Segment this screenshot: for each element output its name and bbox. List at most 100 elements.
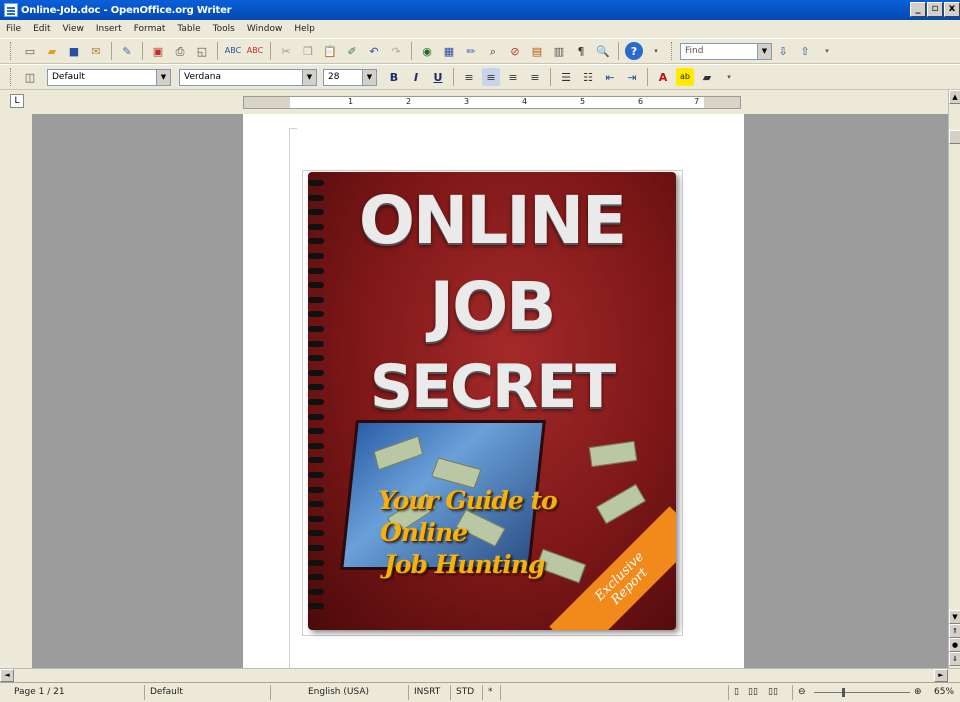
close-button[interactable]: x [944, 2, 960, 17]
paste-icon[interactable]: 📋 [321, 42, 339, 60]
toolbar-grip[interactable] [10, 68, 13, 86]
minimize-button[interactable]: _ [910, 2, 926, 17]
vertical-scrollbar[interactable]: ▲ ▼ ⇑ ● ⇓ [948, 90, 960, 668]
menu-file[interactable]: File [6, 24, 21, 34]
formatting-marks-icon[interactable]: ¶ [572, 42, 590, 60]
background-color-icon[interactable]: ▰ [698, 68, 716, 86]
zoom-slider[interactable] [814, 692, 910, 693]
horizontal-scrollbar[interactable]: ◄ ► [0, 668, 960, 682]
find-toolbar-grip[interactable] [671, 42, 674, 60]
find-input[interactable]: Find ▼ [680, 42, 772, 60]
toolbar-grip[interactable] [10, 42, 13, 60]
page-indicator[interactable]: Page 1 / 21 [14, 687, 65, 697]
paragraph-style-arrow[interactable]: ▼ [156, 69, 170, 85]
zoom-slider-thumb[interactable] [842, 688, 845, 697]
scroll-down-button[interactable]: ▼ [949, 610, 960, 624]
navigation-button[interactable]: ● [949, 638, 960, 652]
single-page-view-icon[interactable]: ▯ [734, 687, 739, 697]
title-bar: Online-Job.doc - OpenOffice.org Writer _… [0, 0, 960, 20]
selection-mode-indicator[interactable]: STD [456, 687, 474, 697]
find-previous-icon[interactable]: ⇧ [796, 42, 814, 60]
document-modified-indicator[interactable]: * [488, 687, 493, 697]
font-size-select[interactable]: 28 ▼ [323, 68, 377, 86]
autospellcheck-icon[interactable]: ABC [246, 42, 264, 60]
menu-format[interactable]: Format [134, 24, 166, 34]
export-pdf-icon[interactable]: ▣ [149, 42, 167, 60]
edit-file-icon[interactable]: ✎ [118, 42, 136, 60]
undo-icon[interactable]: ↶ [365, 42, 383, 60]
scroll-thumb[interactable] [949, 130, 960, 144]
hyperlink-icon[interactable]: ◉ [418, 42, 436, 60]
language-indicator[interactable]: English (USA) [308, 687, 369, 697]
copy-icon[interactable]: ❐ [299, 42, 317, 60]
table-icon[interactable]: ▦ [440, 42, 458, 60]
highlight-icon[interactable]: ab [676, 68, 694, 86]
status-divider [728, 685, 729, 700]
spellcheck-icon[interactable]: ABC [224, 42, 242, 60]
numbering-icon[interactable]: ☰ [557, 68, 575, 86]
open-icon[interactable]: ▰ [43, 42, 61, 60]
scroll-right-button[interactable]: ► [934, 669, 948, 682]
page-style-indicator[interactable]: Default [150, 687, 183, 697]
new-document-icon[interactable]: ▭ [21, 42, 39, 60]
styles-formatting-icon[interactable]: ◫ [21, 68, 39, 86]
find-toolbar-options-icon[interactable]: ▾ [818, 42, 836, 60]
draw-functions-icon[interactable]: ✏ [462, 42, 480, 60]
zoom-in-icon[interactable]: ⊕ [914, 687, 922, 697]
zoom-out-icon[interactable]: ⊖ [798, 687, 806, 697]
align-center-icon[interactable]: ≡ [482, 68, 500, 86]
multi-page-view-icon[interactable]: ▯▯ [748, 687, 758, 697]
insert-mode-indicator[interactable]: INSRT [414, 687, 440, 697]
font-name-select[interactable]: Verdana ▼ [179, 68, 317, 86]
book-view-icon[interactable]: ▯▯ [768, 687, 778, 697]
restore-button[interactable]: ▫ [927, 2, 943, 17]
cut-icon[interactable]: ✂ [277, 42, 295, 60]
navigator-icon[interactable]: ⊘ [506, 42, 524, 60]
italic-button[interactable]: I [407, 68, 425, 86]
scroll-up-button[interactable]: ▲ [949, 90, 960, 104]
decrease-indent-icon[interactable]: ⇤ [601, 68, 619, 86]
menu-window[interactable]: Window [247, 24, 283, 34]
align-right-icon[interactable]: ≡ [504, 68, 522, 86]
increase-indent-icon[interactable]: ⇥ [623, 68, 641, 86]
spiral-coil [308, 457, 324, 464]
justify-icon[interactable]: ≡ [526, 68, 544, 86]
clone-formatting-icon[interactable]: ✐ [343, 42, 361, 60]
tab-selector[interactable]: L [10, 94, 24, 108]
menu-help[interactable]: Help [294, 24, 315, 34]
print-icon[interactable]: ⎙ [171, 42, 189, 60]
scroll-left-button[interactable]: ◄ [0, 669, 14, 682]
font-color-icon[interactable]: A [654, 68, 672, 86]
zoom-level[interactable]: 65% [934, 687, 954, 697]
gallery-icon[interactable]: ▤ [528, 42, 546, 60]
horizontal-ruler[interactable]: 1 2 3 4 5 6 7 [243, 96, 741, 109]
toolbar-options-icon[interactable]: ▾ [647, 42, 665, 60]
menu-edit[interactable]: Edit [33, 24, 50, 34]
find-next-icon[interactable]: ⇩ [774, 42, 792, 60]
save-icon[interactable]: ■ [65, 42, 83, 60]
bold-button[interactable]: B [385, 68, 403, 86]
bullets-icon[interactable]: ☷ [579, 68, 597, 86]
ebook-cover-image[interactable]: ONLINE JOB SECRET Your Guide to Online J… [308, 172, 676, 630]
next-page-button[interactable]: ⇓ [949, 652, 960, 666]
menu-tools[interactable]: Tools [213, 24, 235, 34]
font-name-arrow[interactable]: ▼ [302, 69, 316, 85]
formatting-options-icon[interactable]: ▾ [720, 68, 738, 86]
menu-view[interactable]: View [63, 24, 84, 34]
align-left-icon[interactable]: ≡ [460, 68, 478, 86]
find-dropdown-arrow[interactable]: ▼ [757, 43, 771, 59]
page-preview-icon[interactable]: ◱ [193, 42, 211, 60]
paragraph-style-select[interactable]: Default ▼ [47, 68, 171, 86]
find-replace-icon[interactable]: ⌕ [484, 42, 502, 60]
previous-page-button[interactable]: ⇑ [949, 624, 960, 638]
underline-button[interactable]: U [429, 68, 447, 86]
zoom-icon[interactable]: 🔍 [594, 42, 612, 60]
menu-insert[interactable]: Insert [96, 24, 122, 34]
font-size-arrow[interactable]: ▼ [362, 69, 376, 85]
redo-icon[interactable]: ↷ [387, 42, 405, 60]
spiral-coil [308, 253, 324, 259]
email-icon[interactable]: ✉ [87, 42, 105, 60]
data-sources-icon[interactable]: ▥ [550, 42, 568, 60]
menu-table[interactable]: Table [177, 24, 200, 34]
help-icon[interactable]: ? [625, 42, 643, 60]
